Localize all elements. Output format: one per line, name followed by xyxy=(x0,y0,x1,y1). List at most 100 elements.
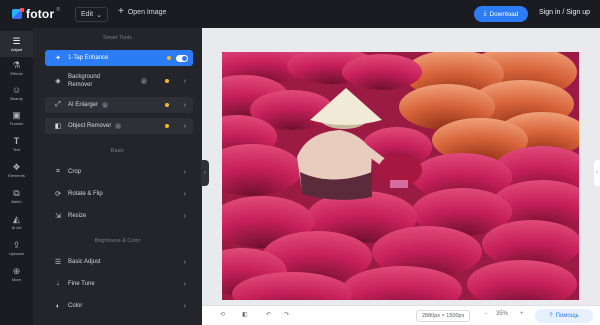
pro-dot xyxy=(165,124,169,128)
zoom-in-icon[interactable]: + xyxy=(520,311,524,317)
help-button[interactable]: ? Помощь xyxy=(535,309,593,323)
collapse-panel-button[interactable]: ‹ xyxy=(201,160,209,186)
redo-icon[interactable]: ↷ xyxy=(284,311,289,318)
reset-icon[interactable]: ⟲ xyxy=(220,311,225,318)
chevron-right-icon: › xyxy=(183,168,186,176)
tool-color[interactable]: ◐ Color › xyxy=(45,298,193,314)
rail-item-beauty[interactable]: ☺ Beauty xyxy=(0,80,33,106)
magic-wand-icon: ✦ xyxy=(55,55,61,62)
incense-photo[interactable] xyxy=(222,52,579,300)
frame-icon: ▣ xyxy=(12,110,21,120)
photo-illustration xyxy=(222,52,579,300)
zoom-out-icon[interactable]: − xyxy=(484,311,488,317)
chevron-right-icon: › xyxy=(183,190,186,198)
text-icon: T xyxy=(13,136,20,146)
rail-label: Beauty xyxy=(10,96,23,101)
resize-icon: ⇲ xyxy=(55,213,61,220)
info-icon[interactable]: i xyxy=(115,123,122,129)
rail-item-uploads[interactable]: ⇪ Uploads xyxy=(0,235,33,261)
object-remover-icon: ◧ xyxy=(54,123,62,130)
tool-label: Fine Tune xyxy=(68,281,95,287)
tool-label-wrap: Background Remover xyxy=(68,73,100,89)
rail-label: Frames xyxy=(9,121,24,126)
fotor-logo[interactable]: fotor ® xyxy=(12,6,60,22)
tool-crop[interactable]: ⌗ Crop › xyxy=(45,164,193,180)
rail-label: Batch xyxy=(11,199,22,204)
rail-item-ai-art[interactable]: ◭ AI Art xyxy=(0,209,33,235)
tool-label: Crop xyxy=(68,169,82,175)
bottom-toolbar: ⟲ ◧ ↶ ↷ 2880px × 1500px − 35% + ? Помощь xyxy=(202,305,600,325)
edit-mode-select[interactable]: Edit ⌄ xyxy=(75,7,108,22)
tool-ai-enlarger[interactable]: ⤢ AI Enlarger i › xyxy=(45,97,193,113)
tool-resize[interactable]: ⇲ Resize › xyxy=(45,208,193,224)
tools-panel: Smart Tools ✦ 1-Tap Enhance ◈ Background… xyxy=(33,28,202,325)
flask-icon: ⚗ xyxy=(12,60,21,70)
section-title-smart-tools: Smart Tools xyxy=(103,35,132,41)
tool-label: Basic Adjust xyxy=(68,259,101,265)
ai-icon: ◭ xyxy=(13,214,20,224)
left-icon-rail: ☰ Adjust ⚗ Effects ☺ Beauty ▣ Frames T T… xyxy=(0,28,33,325)
tool-label: Background xyxy=(68,74,101,80)
rail-label: Adjust xyxy=(10,47,23,52)
upload-icon: ⇪ xyxy=(12,240,21,250)
undo-icon[interactable]: ↶ xyxy=(266,311,271,318)
tool-1-tap-enhance[interactable]: ✦ 1-Tap Enhance xyxy=(45,50,193,66)
eraser-icon: ◈ xyxy=(55,78,61,85)
help-icon: ? xyxy=(549,313,553,319)
chevron-right-icon: › xyxy=(183,258,186,266)
logo-mark-icon xyxy=(12,8,24,19)
rail-item-effects[interactable]: ⚗ Effects xyxy=(0,55,33,81)
rail-label: Effects xyxy=(10,71,23,76)
face-icon: ☺ xyxy=(11,85,22,95)
tool-label: AI Enlarger xyxy=(68,102,99,108)
tool-label: Object Remover xyxy=(68,123,112,129)
sign-in-link[interactable]: Sign in / Sign up xyxy=(539,9,590,16)
download-button[interactable]: ⤓ Download xyxy=(474,6,528,22)
open-image-label: Open Image xyxy=(127,8,167,16)
chevron-down-icon: ⌄ xyxy=(96,11,102,19)
rail-item-text[interactable]: T Text xyxy=(0,131,33,157)
sliders-icon: ☰ xyxy=(54,259,62,266)
download-icon: ⤓ xyxy=(483,10,487,17)
crop-icon: ⌗ xyxy=(56,168,60,175)
fotor-editor: fotor ® Edit ⌄ + Open Image ⤓ Download S… xyxy=(0,0,600,325)
section-title-brightness-color: Brightness & Color xyxy=(94,238,141,244)
plus-icon: + xyxy=(118,6,124,17)
rail-item-elements[interactable]: ❖ Elements xyxy=(0,157,33,183)
chevron-right-icon: › xyxy=(183,212,186,220)
tool-basic-adjust[interactable]: ☰ Basic Adjust › xyxy=(45,254,193,270)
info-icon[interactable]: i xyxy=(102,102,109,108)
tool-background-remover[interactable]: ◈ Background Remover i › xyxy=(45,71,193,91)
batch-icon: ⧉ xyxy=(13,188,20,198)
download-label: Download xyxy=(489,10,519,18)
pro-dot xyxy=(165,79,169,83)
rail-label: Elements xyxy=(8,173,25,178)
pro-dot xyxy=(165,103,169,107)
tool-fine-tune[interactable]: 💧︎ Fine Tune › xyxy=(45,276,193,292)
rail-item-adjust[interactable]: ☰ Adjust xyxy=(0,31,33,57)
compare-icon[interactable]: ◧ xyxy=(242,311,248,318)
chevron-right-icon: › xyxy=(183,77,186,85)
tool-label: Color xyxy=(68,303,83,309)
tool-object-remover[interactable]: ◧ Object Remover i › xyxy=(45,118,193,134)
open-image-button[interactable]: + Open Image xyxy=(118,6,167,17)
tool-rotate-flip[interactable]: ⟳ Rotate & Flip › xyxy=(45,186,193,202)
pro-dot xyxy=(167,56,171,60)
enhance-toggle[interactable] xyxy=(176,54,188,62)
rail-item-frames[interactable]: ▣ Frames xyxy=(0,105,33,131)
logo-registered: ® xyxy=(56,7,61,13)
help-label: Помощь xyxy=(555,313,579,319)
rotate-icon: ⟳ xyxy=(55,191,61,198)
rail-item-batch[interactable]: ⧉ Batch xyxy=(0,183,33,209)
rail-label: Text xyxy=(12,147,21,152)
zoom-level[interactable]: 35% xyxy=(496,311,508,317)
rail-item-more[interactable]: ⊕ More xyxy=(0,261,33,287)
info-icon[interactable]: i xyxy=(141,78,147,84)
tool-label: Resize xyxy=(68,213,87,219)
logo-text: fotor xyxy=(26,7,55,21)
section-title-basic: Basic xyxy=(110,148,125,154)
sliders-icon: ☰ xyxy=(12,36,21,46)
rail-label: AI Art xyxy=(11,225,22,230)
chevron-right-icon: › xyxy=(596,170,598,176)
expand-right-panel-button[interactable]: › xyxy=(594,160,600,186)
